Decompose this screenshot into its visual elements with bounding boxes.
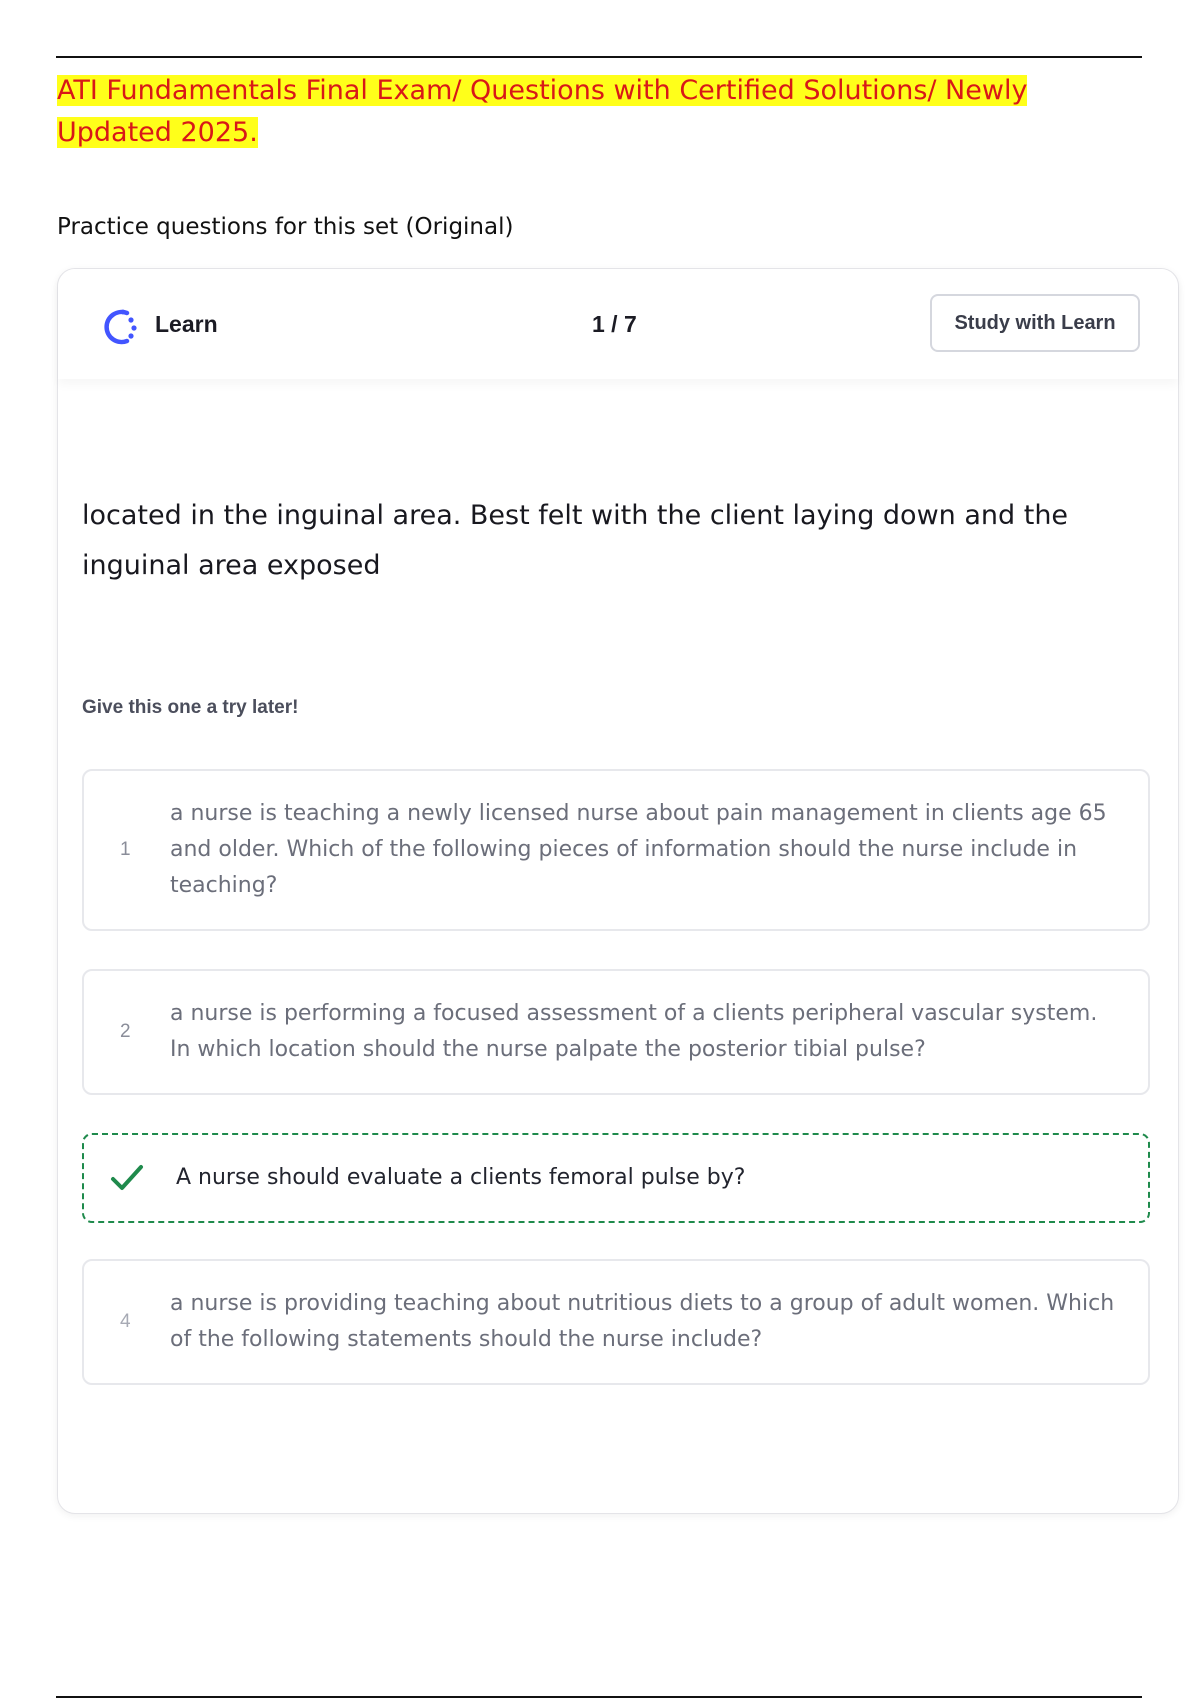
option-text: a nurse is teaching a newly licensed nur… (170, 801, 1107, 898)
option-number: 4 (120, 1311, 131, 1332)
card-header: Learn 1 / 7 Study with Learn (58, 269, 1178, 379)
answer-option-4[interactable]: 4 a nurse is providing teaching about nu… (82, 1259, 1150, 1385)
answer-option-1[interactable]: 1 a nurse is teaching a newly licensed n… (82, 769, 1150, 931)
learn-label: Learn (155, 311, 218, 337)
learn-progress-icon (104, 309, 137, 345)
practice-subtitle: Practice questions for this set (Origina… (57, 214, 514, 240)
answer-text: located in the inguinal area. Best felt … (82, 500, 1069, 581)
answer-option-2[interactable]: 2 a nurse is performing a focused assess… (82, 969, 1150, 1095)
study-with-learn-button[interactable]: Study with Learn (930, 294, 1140, 352)
answer-option-3-correct[interactable]: A nurse should evaluate a clients femora… (82, 1133, 1150, 1223)
progress-counter: 1 / 7 (592, 311, 637, 337)
check-icon (111, 1165, 143, 1190)
option-text: a nurse is providing teaching about nutr… (170, 1291, 1115, 1352)
option-number: 2 (120, 1021, 131, 1042)
option-number: 1 (120, 839, 131, 860)
try-later-hint: Give this one a try later! (82, 697, 299, 718)
learn-card: Learn 1 / 7 Study with Learn located in … (57, 268, 1179, 1514)
top-rule (56, 56, 1142, 58)
option-text: a nurse is performing a focused assessme… (170, 1001, 1098, 1062)
option-text: A nurse should evaluate a clients femora… (176, 1165, 746, 1190)
bottom-rule (56, 1696, 1142, 1698)
document-title: ATI Fundamentals Final Exam/ Questions w… (57, 75, 1028, 148)
